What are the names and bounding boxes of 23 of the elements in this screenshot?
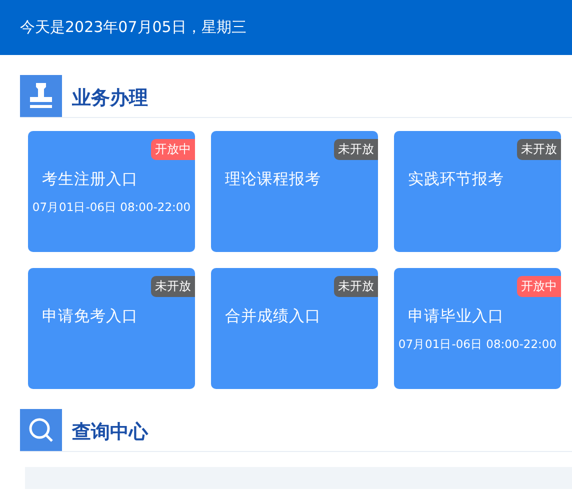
time-range: 07月01日-06日 08:00-22:00: [32, 200, 191, 215]
card-title: 理论课程报考: [224, 169, 321, 190]
card-title: 实践环节报考: [407, 169, 504, 190]
service-card[interactable]: 未开放 理论课程报考: [211, 131, 378, 252]
search-icon: [28, 417, 54, 443]
status-badge: 未开放: [334, 276, 378, 297]
card-title: 考生注册入口: [41, 169, 138, 190]
card-title: 合并成绩入口: [224, 306, 321, 327]
status-badge: 未开放: [151, 276, 195, 297]
time-range: 07月01日-06日 08:00-22:00: [398, 337, 557, 352]
status-badge: 未开放: [334, 139, 378, 160]
service-card[interactable]: 未开放 实践环节报考: [394, 131, 561, 252]
section-title: 查询中心: [72, 420, 148, 445]
status-badge: 未开放: [517, 139, 561, 160]
card-title: 申请毕业入口: [407, 306, 504, 327]
date-text: 今天是2023年07月05日，星期三: [20, 18, 246, 37]
service-card[interactable]: 未开放 申请免考入口: [28, 268, 195, 389]
service-card[interactable]: 未开放 合并成绩入口: [211, 268, 378, 389]
section-title: 业务办理: [72, 86, 148, 111]
status-badge: 开放中: [517, 276, 561, 297]
card-title: 申请免考入口: [41, 306, 138, 327]
status-badge: 开放中: [151, 139, 195, 160]
stamp-icon: [27, 81, 55, 111]
